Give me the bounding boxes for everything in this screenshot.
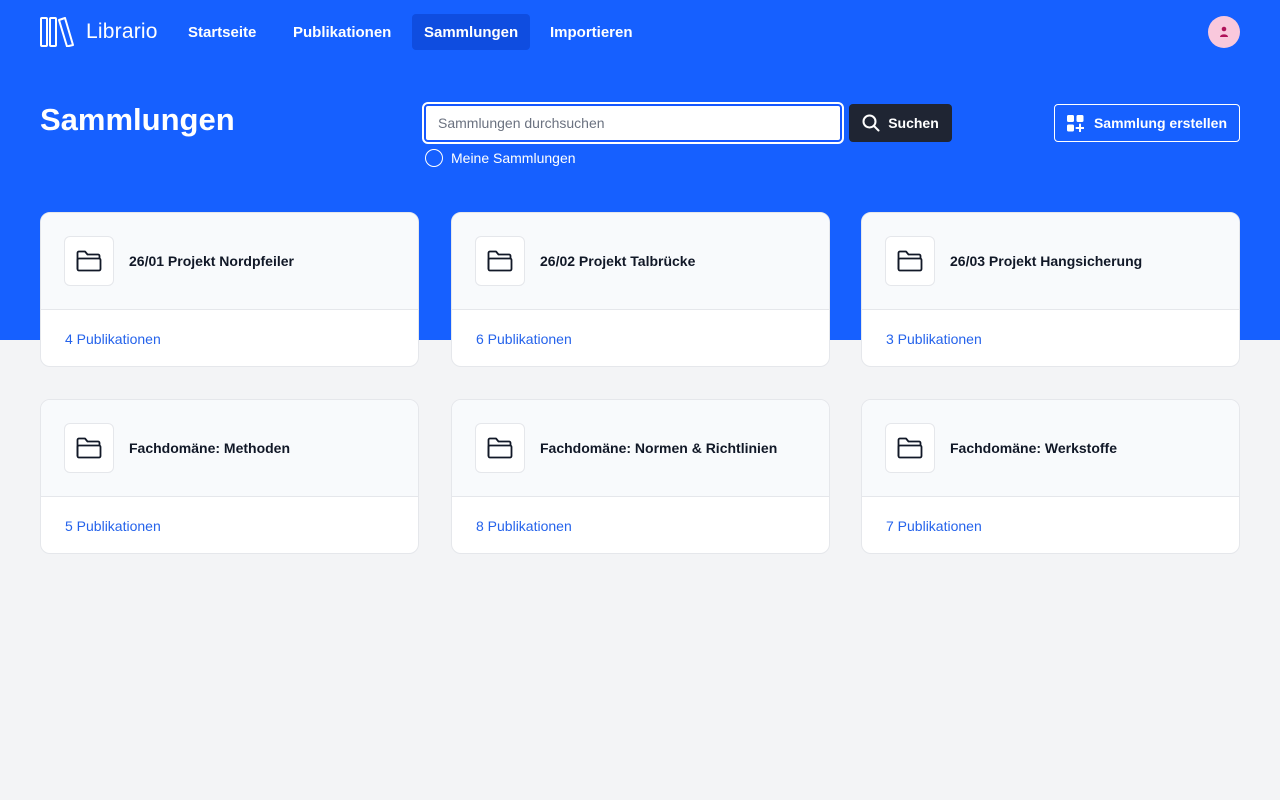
page-title: Sammlungen (40, 102, 235, 137)
my-collections-radio[interactable] (425, 149, 443, 167)
my-collections-filter[interactable]: Meine Sammlungen (425, 148, 576, 168)
card-header: Fachdomäne: Normen & Richtlinien (452, 400, 829, 497)
collection-title: Fachdomäne: Normen & Richtlinien (540, 440, 778, 456)
app-name: Librario (86, 20, 158, 43)
nav-publikationen[interactable]: Publikationen (281, 14, 403, 50)
app-logo[interactable]: Librario (40, 16, 158, 48)
collection-count-link[interactable]: 5 Publikationen (41, 497, 418, 553)
card-header: 26/01 Projekt Nordpfeiler (41, 213, 418, 310)
collection-title: 26/02 Projekt Talbrücke (540, 253, 696, 269)
folder-icon-box (64, 236, 114, 286)
search-input[interactable] (422, 102, 844, 144)
folder-icon-box (885, 423, 935, 473)
folder-icon (487, 250, 513, 272)
nav-sammlungen[interactable]: Sammlungen (412, 14, 531, 50)
collection-title: Fachdomäne: Methoden (129, 440, 291, 456)
collection-title: 26/01 Projekt Nordpfeiler (129, 253, 294, 269)
folder-icon-box (475, 423, 525, 473)
collection-card[interactable]: 26/03 Projekt Hangsicherung 3 Publikatio… (861, 212, 1240, 367)
folder-icon (897, 250, 923, 272)
folder-icon (76, 437, 102, 459)
folder-icon-box (64, 423, 114, 473)
user-icon (1220, 26, 1228, 37)
nav-startseite[interactable]: Startseite (176, 14, 268, 50)
search-icon (862, 114, 880, 132)
collection-title: Fachdomäne: Werkstoffe (950, 440, 1117, 456)
folder-icon (487, 437, 513, 459)
collection-count-link[interactable]: 3 Publikationen (862, 310, 1239, 366)
top-navbar: Librario Startseite Publikationen Sammlu… (0, 0, 1280, 64)
collection-count-link[interactable]: 8 Publikationen (452, 497, 829, 553)
collection-card[interactable]: 26/02 Projekt Talbrücke 6 Publikationen (451, 212, 830, 367)
collection-card[interactable]: Fachdomäne: Werkstoffe 7 Publikationen (861, 399, 1240, 554)
collection-card[interactable]: 26/01 Projekt Nordpfeiler 4 Publikatione… (40, 212, 419, 367)
search-button-label: Suchen (888, 115, 939, 131)
collection-count-link[interactable]: 7 Publikationen (862, 497, 1239, 553)
my-collections-label: Meine Sammlungen (451, 150, 576, 166)
user-avatar[interactable] (1208, 16, 1240, 48)
collection-card[interactable]: Fachdomäne: Methoden 5 Publikationen (40, 399, 419, 554)
collection-title: 26/03 Projekt Hangsicherung (950, 253, 1143, 269)
card-header: 26/03 Projekt Hangsicherung (862, 213, 1239, 310)
create-collection-label: Sammlung erstellen (1093, 115, 1228, 131)
collection-count-link[interactable]: 4 Publikationen (41, 310, 418, 366)
search-button[interactable]: Suchen (849, 104, 952, 142)
folder-icon-box (475, 236, 525, 286)
collection-card[interactable]: Fachdomäne: Normen & Richtlinien 8 Publi… (451, 399, 830, 554)
card-header: Fachdomäne: Werkstoffe (862, 400, 1239, 497)
create-collection-button[interactable]: Sammlung erstellen (1054, 104, 1240, 142)
card-header: 26/02 Projekt Talbrücke (452, 213, 829, 310)
folder-icon (76, 250, 102, 272)
books-logo-icon (40, 17, 74, 47)
add-grid-icon (1066, 114, 1084, 132)
nav-importieren[interactable]: Importieren (538, 14, 645, 50)
folder-icon (897, 437, 923, 459)
folder-icon-box (885, 236, 935, 286)
collection-count-link[interactable]: 6 Publikationen (452, 310, 829, 366)
card-header: Fachdomäne: Methoden (41, 400, 418, 497)
